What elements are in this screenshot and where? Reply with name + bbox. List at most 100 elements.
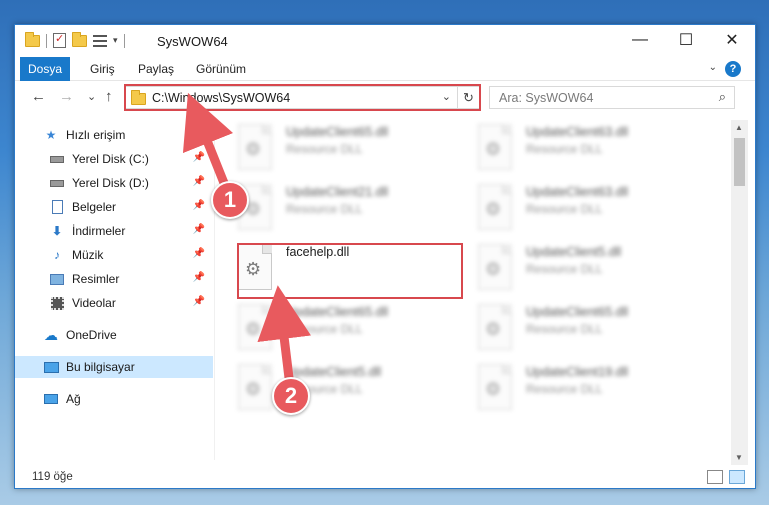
back-button[interactable]: ← [31,88,46,105]
file-item[interactable]: UpdateClient65.dll Resource DLL [220,300,450,356]
address-highlight-box [124,84,481,111]
music-icon: ♪ [54,248,60,262]
sidebar-item-quick-access[interactable]: ★ Hızlı erişim [15,124,213,146]
file-item[interactable]: UpdateClient65.dll Resource DLL [460,300,690,356]
file-type: Resource DLL [526,322,603,336]
file-type: Resource DLL [526,202,603,216]
sidebar-item-this-pc[interactable]: Bu bilgisayar [15,356,213,378]
drive-icon [49,151,65,167]
dll-file-icon [478,184,512,230]
documents-icon [49,199,65,215]
dll-file-icon [478,304,512,350]
tab-home[interactable]: Giriş [90,57,115,81]
up-button[interactable]: ↑ [105,88,113,105]
window-controls: — ☐ ✕ [617,25,755,55]
pin-icon[interactable]: 📌 [193,224,205,235]
file-item[interactable]: UpdateClient5.dll Resource DLL [220,360,450,416]
search-placeholder: Ara: SysWOW64 [499,91,594,105]
star-icon: ★ [45,128,57,142]
scrollbar-thumb[interactable] [734,138,745,186]
file-item[interactable]: UpdateClient65.dll Resource DLL [220,120,450,176]
pin-icon[interactable]: 📌 [193,152,205,163]
help-icon[interactable]: ? [725,61,741,77]
sidebar-item-label: OneDrive [66,328,117,342]
file-name: UpdateClient65.dll [286,125,389,139]
vertical-scrollbar[interactable]: ▲ ▼ [731,120,748,465]
network-icon [43,391,59,407]
file-item[interactable]: UpdateClient63.dll Resource DLL [460,120,690,176]
pin-icon[interactable]: 📌 [193,200,205,211]
customize-toolbar-icon[interactable]: ▾ [113,35,118,46]
sidebar-item-pictures[interactable]: Resimler 📌 [15,268,213,290]
dll-file-icon [238,124,272,170]
ribbon: Dosya Giriş Paylaş Görünüm ⌄ ? [15,57,755,81]
file-name: UpdateClient5.dll [526,245,622,259]
details-view-icon[interactable] [707,470,723,484]
file-name: UpdateClient5.dll [286,365,382,379]
sidebar-item-network[interactable]: Ağ [15,388,213,410]
sidebar-item-label: Ağ [66,392,81,406]
scroll-up-icon[interactable]: ▲ [735,123,743,132]
step-2-badge: 2 [272,377,310,415]
sidebar-item-downloads[interactable]: ⬇ İndirmeler 📌 [15,220,213,242]
recent-locations-button[interactable]: ⌄ [87,90,96,103]
sidebar-item-label: İndirmeler [72,224,126,238]
computer-icon [43,359,59,375]
file-type: Resource DLL [286,202,363,216]
status-bar: 119 öğe [15,467,755,489]
explorer-window: ▾ SysWOW64 — ☐ ✕ Dosya Giriş Paylaş Görü… [14,24,756,489]
dll-file-icon [478,124,512,170]
details-icon[interactable] [93,34,107,47]
file-item[interactable]: UpdateClient19.dll Resource DLL [460,360,690,416]
pin-icon[interactable]: 📌 [193,176,205,187]
toolbar-separator [123,33,125,48]
item-count: 119 öğe [32,471,73,483]
tab-file[interactable]: Dosya [20,57,70,81]
search-input[interactable]: Ara: SysWOW64 ⌕ [489,86,735,109]
sidebar-item-label: Yerel Disk (C:) [72,152,149,166]
maximize-button[interactable]: ☐ [663,25,709,55]
file-type: Resource DLL [286,142,363,156]
large-icons-view-icon[interactable] [729,470,745,484]
sidebar-item-label: Videolar [72,296,116,310]
sidebar-item-local-disk-c[interactable]: Yerel Disk (C:) 📌 [15,148,213,170]
pin-icon[interactable]: 📌 [193,296,205,307]
properties-icon[interactable] [53,32,66,48]
sidebar-item-videos[interactable]: Videolar 📌 [15,292,213,314]
cloud-icon: ☁ [44,326,58,343]
forward-button[interactable]: → [59,88,74,105]
sidebar-item-local-disk-d[interactable]: Yerel Disk (D:) 📌 [15,172,213,194]
sidebar-item-label: Hızlı erişim [66,128,126,142]
tab-view[interactable]: Görünüm [196,57,246,81]
file-item[interactable]: UpdateClient5.dll Resource DLL [460,240,690,296]
file-type: Resource DLL [286,322,363,336]
tab-share[interactable]: Paylaş [138,57,174,81]
expand-ribbon-icon[interactable]: ⌄ [709,62,717,73]
file-name: UpdateClient65.dll [526,305,629,319]
sidebar-item-onedrive[interactable]: ☁ OneDrive [15,324,213,346]
dll-file-icon [478,244,512,290]
sidebar-item-label: Yerel Disk (D:) [72,176,149,190]
title-bar: ▾ SysWOW64 — ☐ ✕ [15,25,755,57]
file-type: Resource DLL [526,142,603,156]
scroll-down-icon[interactable]: ▼ [735,453,743,462]
file-highlight-box [237,243,463,299]
file-name: UpdateClient63.dll [526,125,629,139]
minimize-button[interactable]: — [617,25,663,55]
file-item[interactable]: UpdateClient63.dll Resource DLL [460,180,690,236]
file-name: UpdateClient19.dll [526,365,629,379]
close-button[interactable]: ✕ [709,25,755,55]
pin-icon[interactable]: 📌 [193,272,205,283]
file-item[interactable]: UpdateClient21.dll Resource DLL [220,180,450,236]
new-folder-icon[interactable] [72,31,87,47]
quick-access-toolbar: ▾ [25,31,125,48]
folder-icon [25,31,40,47]
downloads-icon: ⬇ [51,224,63,238]
sidebar-item-documents[interactable]: Belgeler 📌 [15,196,213,218]
sidebar-item-label: Bu bilgisayar [66,360,135,374]
dll-file-icon [238,364,272,410]
drive-icon [49,175,65,191]
file-type: Resource DLL [526,382,603,396]
sidebar-item-music[interactable]: ♪ Müzik 📌 [15,244,213,266]
pin-icon[interactable]: 📌 [193,248,205,259]
